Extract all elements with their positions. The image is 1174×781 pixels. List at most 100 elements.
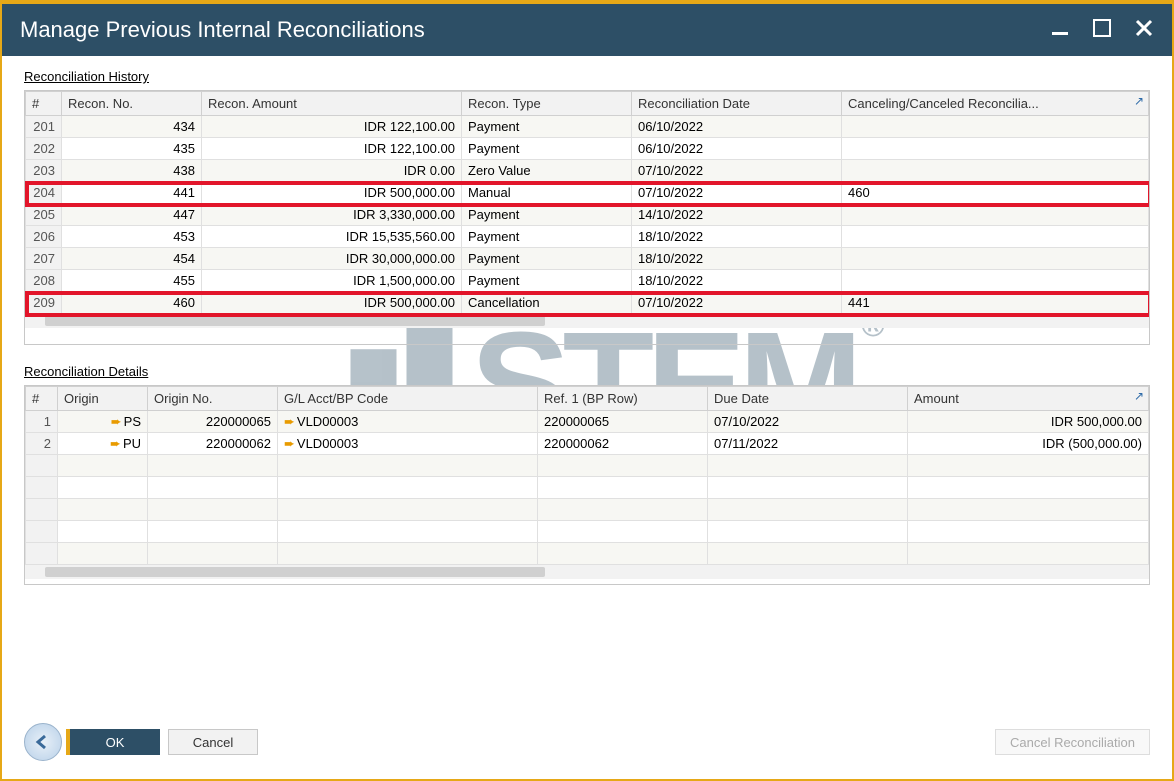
cell-date: 07/10/2022: [632, 182, 842, 204]
cell-type: Manual: [462, 182, 632, 204]
cell-recon-no: 454: [62, 248, 202, 270]
table-row-empty: [26, 543, 1149, 565]
col-ref1[interactable]: Ref. 1 (BP Row): [538, 387, 708, 411]
cell-gl: ➨VLD00003: [278, 411, 538, 433]
table-row[interactable]: 205447IDR 3,330,000.00Payment14/10/2022: [26, 204, 1149, 226]
cell-type: Payment: [462, 138, 632, 160]
link-arrow-icon[interactable]: ➨: [110, 436, 121, 452]
cell-idx: 206: [26, 226, 62, 248]
expand-icon[interactable]: ↗: [1131, 388, 1147, 404]
table-row[interactable]: 203438IDR 0.00Zero Value07/10/2022: [26, 160, 1149, 182]
table-row[interactable]: 201434IDR 122,100.00Payment06/10/2022: [26, 116, 1149, 138]
cell-cancel-link: [842, 270, 1149, 292]
cancel-button[interactable]: Cancel: [168, 729, 258, 755]
col-recon-type[interactable]: Recon. Type: [462, 92, 632, 116]
cell-recon-no: 447: [62, 204, 202, 226]
col-cancel-link[interactable]: Canceling/Canceled Reconcilia...: [842, 92, 1149, 116]
col-origin-no[interactable]: Origin No.: [148, 387, 278, 411]
history-horizontal-scrollbar[interactable]: [25, 314, 1149, 328]
cell-cancel-link: [842, 160, 1149, 182]
table-row[interactable]: 209460IDR 500,000.00Cancellation07/10/20…: [26, 292, 1149, 314]
cell-date: 18/10/2022: [632, 226, 842, 248]
col-recon-amount[interactable]: Recon. Amount: [202, 92, 462, 116]
cell-date: 07/10/2022: [632, 292, 842, 314]
cell-cancel-link: [842, 204, 1149, 226]
link-arrow-icon[interactable]: ➨: [284, 414, 295, 430]
cell-date: 07/10/2022: [632, 160, 842, 182]
cell-amount: IDR 500,000.00: [908, 411, 1149, 433]
details-grid: ↗ # Origin Origin No. G/L Acct/BP Code R…: [24, 385, 1150, 585]
cell-origin-no: 220000065: [148, 411, 278, 433]
table-row-empty: [26, 521, 1149, 543]
cell-amount: IDR 30,000,000.00: [202, 248, 462, 270]
table-row[interactable]: 2➨PU220000062➨VLD0000322000006207/11/202…: [26, 433, 1149, 455]
table-row[interactable]: 207454IDR 30,000,000.00Payment18/10/2022: [26, 248, 1149, 270]
cell-date: 06/10/2022: [632, 116, 842, 138]
titlebar: Manage Previous Internal Reconciliations: [2, 4, 1172, 56]
cell-type: Payment: [462, 204, 632, 226]
expand-icon[interactable]: ↗: [1131, 93, 1147, 109]
col-due[interactable]: Due Date: [708, 387, 908, 411]
col-recon-date[interactable]: Reconciliation Date: [632, 92, 842, 116]
table-row[interactable]: 206453IDR 15,535,560.00Payment18/10/2022: [26, 226, 1149, 248]
link-arrow-icon[interactable]: ➨: [284, 436, 295, 452]
cell-amount: IDR 500,000.00: [202, 292, 462, 314]
cell-idx: 1: [26, 411, 58, 433]
cell-origin: ➨PS: [58, 411, 148, 433]
cell-amount: IDR 3,330,000.00: [202, 204, 462, 226]
cell-idx: 205: [26, 204, 62, 226]
col-amount[interactable]: Amount: [908, 387, 1149, 411]
cell-recon-no: 441: [62, 182, 202, 204]
cancel-reconciliation-button[interactable]: Cancel Reconciliation: [995, 729, 1150, 755]
cell-type: Payment: [462, 248, 632, 270]
col-idx[interactable]: #: [26, 387, 58, 411]
cell-type: Payment: [462, 226, 632, 248]
cell-idx: 201: [26, 116, 62, 138]
cell-date: 18/10/2022: [632, 270, 842, 292]
cell-type: Cancellation: [462, 292, 632, 314]
cell-amount: IDR 500,000.00: [202, 182, 462, 204]
cell-date: 18/10/2022: [632, 248, 842, 270]
ok-button[interactable]: OK: [70, 729, 160, 755]
cell-cancel-link: [842, 116, 1149, 138]
cell-recon-no: 438: [62, 160, 202, 182]
cell-recon-no: 453: [62, 226, 202, 248]
cell-cancel-link: 460: [842, 182, 1149, 204]
cell-recon-no: 435: [62, 138, 202, 160]
col-idx[interactable]: #: [26, 92, 62, 116]
cell-origin-no: 220000062: [148, 433, 278, 455]
cell-ref1: 220000062: [538, 433, 708, 455]
table-row-empty: [26, 499, 1149, 521]
history-grid: ↗ # Recon. No. Recon. Amount Recon. Type…: [24, 90, 1150, 345]
close-icon[interactable]: [1134, 18, 1154, 43]
cell-type: Payment: [462, 116, 632, 138]
cell-amount: IDR 1,500,000.00: [202, 270, 462, 292]
cell-type: Zero Value: [462, 160, 632, 182]
maximize-icon[interactable]: [1092, 18, 1112, 43]
cell-idx: 209: [26, 292, 62, 314]
col-gl[interactable]: G/L Acct/BP Code: [278, 387, 538, 411]
cell-amount: IDR 15,535,560.00: [202, 226, 462, 248]
table-row[interactable]: 202435IDR 122,100.00Payment06/10/2022: [26, 138, 1149, 160]
cell-idx: 203: [26, 160, 62, 182]
cell-recon-no: 434: [62, 116, 202, 138]
cell-due: 07/10/2022: [708, 411, 908, 433]
cell-due: 07/11/2022: [708, 433, 908, 455]
cell-idx: 207: [26, 248, 62, 270]
cell-idx: 208: [26, 270, 62, 292]
link-arrow-icon[interactable]: ➨: [111, 414, 122, 430]
cell-idx: 2: [26, 433, 58, 455]
col-origin[interactable]: Origin: [58, 387, 148, 411]
minimize-icon[interactable]: [1050, 18, 1070, 43]
cell-recon-no: 455: [62, 270, 202, 292]
cell-idx: 202: [26, 138, 62, 160]
col-recon-no[interactable]: Recon. No.: [62, 92, 202, 116]
table-row[interactable]: 1➨PS220000065➨VLD0000322000006507/10/202…: [26, 411, 1149, 433]
table-row-empty: [26, 477, 1149, 499]
back-button[interactable]: [24, 723, 62, 761]
details-horizontal-scrollbar[interactable]: [25, 565, 1149, 579]
reconciliation-details-label: Reconciliation Details: [24, 364, 148, 379]
table-row[interactable]: 204441IDR 500,000.00Manual07/10/2022460: [26, 182, 1149, 204]
cell-ref1: 220000065: [538, 411, 708, 433]
table-row[interactable]: 208455IDR 1,500,000.00Payment18/10/2022: [26, 270, 1149, 292]
